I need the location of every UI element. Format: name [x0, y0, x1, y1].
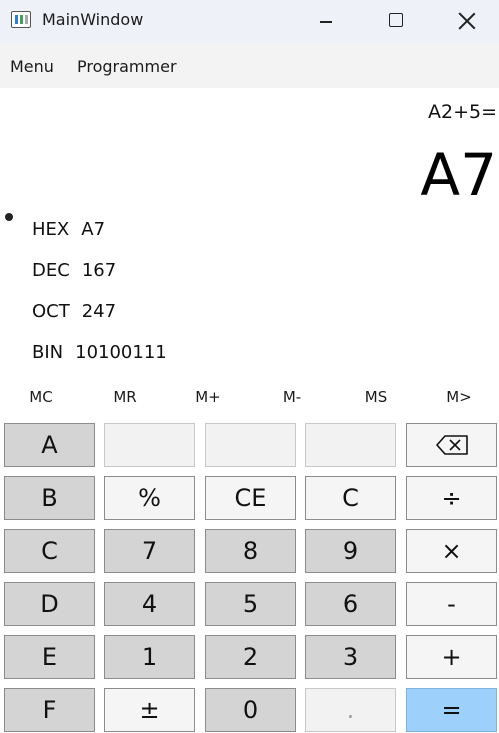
radix-value: 10100111 [75, 342, 167, 363]
decimal-button: . [305, 688, 396, 732]
memory-subtract-button[interactable]: M- [252, 383, 332, 411]
negate-button[interactable]: ± [104, 688, 195, 732]
radix-row-bin[interactable]: BIN 10100111 [32, 342, 167, 363]
key-blank-2 [205, 423, 296, 467]
radix-row-hex[interactable]: HEX A7 [32, 219, 105, 240]
key-2[interactable]: 2 [205, 635, 296, 679]
clear-button[interactable]: C [305, 476, 396, 520]
key-hex-f[interactable]: F [4, 688, 95, 732]
key-5[interactable]: 5 [205, 582, 296, 626]
radix-row-oct[interactable]: OCT 247 [32, 301, 116, 322]
radix-row-dec[interactable]: DEC 167 [32, 260, 116, 281]
menu-item-programmer[interactable]: Programmer [77, 57, 177, 76]
key-6[interactable]: 6 [305, 582, 396, 626]
equals-button[interactable]: = [406, 688, 497, 732]
radix-value: 247 [81, 301, 117, 322]
add-button[interactable]: + [406, 635, 497, 679]
radix-label: OCT [32, 301, 70, 322]
key-hex-d[interactable]: D [4, 582, 95, 626]
maximize-icon [389, 13, 403, 27]
memory-store-button[interactable]: MS [336, 383, 416, 411]
title-bar: MainWindow [0, 0, 499, 43]
result-display: A7 [420, 141, 497, 209]
key-hex-b[interactable]: B [4, 476, 95, 520]
radix-value: 167 [81, 260, 117, 281]
key-blank-3 [305, 423, 396, 467]
subtract-button[interactable]: - [406, 582, 497, 626]
menu-bar: Menu Programmer [0, 43, 499, 88]
app-window-icon [11, 11, 31, 28]
backspace-icon [435, 435, 468, 455]
radix-label: HEX [32, 219, 70, 240]
key-8[interactable]: 8 [205, 529, 296, 573]
maximize-button[interactable] [361, 0, 431, 43]
close-button[interactable] [431, 0, 499, 43]
radix-selected-indicator [5, 213, 13, 221]
minimize-button[interactable] [292, 0, 362, 43]
key-7[interactable]: 7 [104, 529, 195, 573]
key-hex-a[interactable]: A [4, 423, 95, 467]
menu-item-menu[interactable]: Menu [10, 57, 54, 76]
key-4[interactable]: 4 [104, 582, 195, 626]
divide-button[interactable]: ÷ [406, 476, 497, 520]
minimize-icon [320, 21, 332, 23]
key-blank-1 [104, 423, 195, 467]
expression-display: A2+5= [427, 101, 497, 123]
key-0[interactable]: 0 [205, 688, 296, 732]
radix-value: A7 [81, 219, 106, 240]
clear-entry-button[interactable]: CE [205, 476, 296, 520]
memory-list-button[interactable]: M> [419, 383, 499, 411]
key-hex-c[interactable]: C [4, 529, 95, 573]
multiply-button[interactable]: × [406, 529, 497, 573]
key-9[interactable]: 9 [305, 529, 396, 573]
key-3[interactable]: 3 [305, 635, 396, 679]
memory-add-button[interactable]: M+ [168, 383, 248, 411]
memory-recall-button[interactable]: MR [85, 383, 165, 411]
close-icon [458, 12, 476, 30]
window-title: MainWindow [42, 10, 144, 29]
percent-button[interactable]: % [104, 476, 195, 520]
key-hex-e[interactable]: E [4, 635, 95, 679]
key-1[interactable]: 1 [104, 635, 195, 679]
radix-label: BIN [32, 342, 64, 363]
memory-clear-button[interactable]: MC [1, 383, 81, 411]
backspace-button[interactable] [406, 423, 497, 467]
radix-label: DEC [32, 260, 70, 281]
